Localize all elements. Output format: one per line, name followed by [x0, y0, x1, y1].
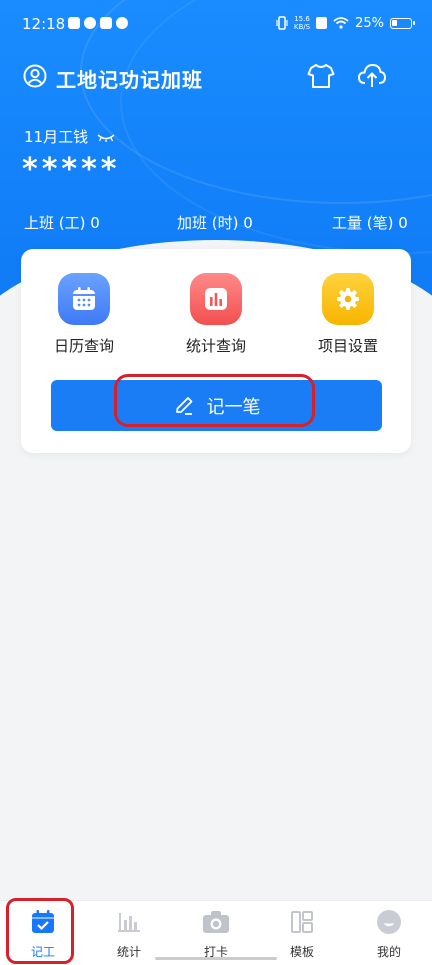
- user-icon[interactable]: [23, 64, 47, 88]
- battery-text: 25%: [355, 15, 384, 31]
- top-bar: 工地记功记加班: [0, 58, 432, 98]
- check-icon: [84, 17, 96, 29]
- tab-stats-label: 统计: [116, 945, 141, 959]
- camera-icon: [203, 911, 229, 933]
- status-bar: 12:18 15.6 KB/S 25%: [0, 0, 432, 50]
- tab-record[interactable]: 记工: [8, 909, 78, 960]
- profile-icon: [377, 910, 401, 934]
- calendar-tile: [58, 273, 110, 325]
- eye-closed-icon[interactable]: [96, 132, 116, 142]
- pencil-icon: [175, 396, 192, 415]
- vibrate-icon: [276, 16, 288, 30]
- tab-profile[interactable]: 我的: [354, 909, 424, 960]
- tab-template-label: 模板: [289, 945, 314, 959]
- status-right: 15.6 KB/S 25%: [276, 15, 415, 31]
- stats-query-label: 统计查询: [185, 337, 246, 355]
- wage-label: 11月工钱: [24, 128, 89, 146]
- wage-label-row: 11月工钱: [24, 126, 116, 147]
- settings-tile: [322, 273, 374, 325]
- tab-profile-label: 我的: [376, 945, 401, 959]
- stat-workload: 工量 (笔) 0: [332, 214, 408, 232]
- stat-work-days: 上班 (工) 0: [24, 214, 100, 232]
- net-speed-unit: KB/S: [293, 23, 311, 31]
- calendar-icon: [73, 287, 95, 310]
- notification-icons: [68, 17, 128, 29]
- wage-value: *****: [22, 152, 121, 187]
- bottom-tab-bar: 记工 统计 打卡 模板 我的: [0, 900, 432, 965]
- app-icon: [100, 17, 112, 29]
- calendar-check-icon: [32, 910, 54, 933]
- gear-icon: [337, 288, 359, 310]
- battery-icon: [390, 17, 415, 29]
- status-time: 12:18: [22, 15, 66, 33]
- wifi-icon: [333, 17, 349, 29]
- bar-chart-icon: [205, 288, 227, 310]
- tab-stats[interactable]: 统计: [94, 909, 164, 960]
- stat-overtime: 加班 (时) 0: [177, 214, 253, 232]
- project-settings-button[interactable]: 项目设置: [298, 273, 398, 356]
- tab-clock-in[interactable]: 打卡: [181, 909, 251, 960]
- project-settings-label: 项目设置: [317, 337, 378, 355]
- shirt-icon[interactable]: [307, 63, 335, 89]
- app-title: 工地记功记加班: [56, 68, 203, 92]
- record-entry-button[interactable]: 记一笔: [51, 380, 382, 431]
- template-icon: [291, 911, 313, 933]
- nfc-icon: [316, 17, 328, 29]
- wechat-icon: [116, 17, 128, 29]
- home-indicator: [155, 957, 277, 960]
- record-entry-label: 记一笔: [206, 396, 261, 417]
- net-speed: 15.6 KB/S: [294, 15, 310, 31]
- tab-template[interactable]: 模板: [267, 909, 337, 960]
- net-speed-value: 15.6: [294, 15, 310, 23]
- stats-query-button[interactable]: 统计查询: [166, 273, 266, 356]
- stats-tile: [190, 273, 242, 325]
- calendar-query-label: 日历查询: [53, 337, 114, 355]
- mail-icon: [68, 17, 80, 29]
- calendar-query-button[interactable]: 日历查询: [34, 273, 134, 356]
- quick-actions-card: 日历查询 统计查询 项目设置 记一笔: [21, 249, 411, 453]
- bar-chart-icon: [118, 913, 140, 932]
- cloud-upload-icon[interactable]: [357, 62, 387, 90]
- tab-record-label: 记工: [30, 945, 55, 959]
